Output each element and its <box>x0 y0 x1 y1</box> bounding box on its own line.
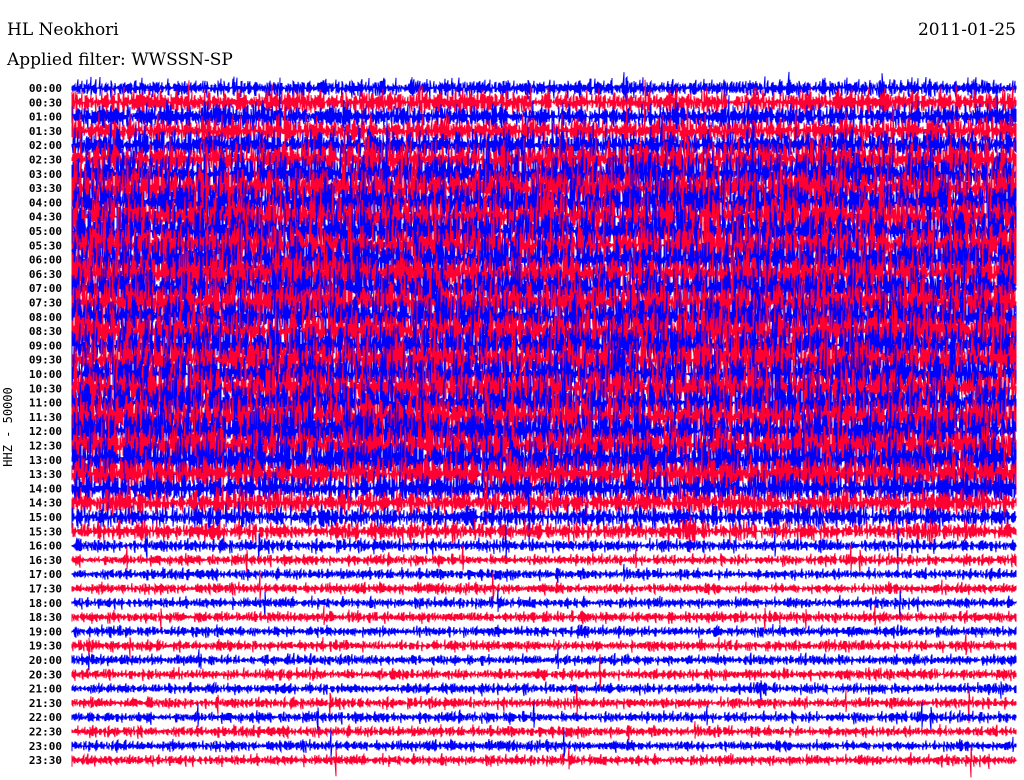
row-time-label: 08:00 <box>29 311 62 324</box>
trace-row <box>71 746 1017 778</box>
row-time-label: 19:30 <box>29 640 62 653</box>
row-time-label: 05:30 <box>29 239 62 252</box>
trace-row <box>71 563 1017 583</box>
row-time-label: 05:00 <box>29 225 62 238</box>
helicorder-plot: 00:0000:30 01:0001:3002:00 02:3003:0003:30… <box>29 71 1017 778</box>
row-time-label: 02:30 <box>29 154 62 167</box>
trace-row <box>71 701 1017 732</box>
row-time-label: 12:30 <box>29 440 62 453</box>
row-time-label: 01:00 <box>29 111 62 124</box>
trace-row <box>71 680 1017 701</box>
row-time-label: 22:30 <box>29 726 62 739</box>
row-time-label: 03:30 <box>29 182 62 195</box>
row-time-label: 13:30 <box>29 468 62 481</box>
trace-row <box>71 632 1017 658</box>
row-time-label: 18:00 <box>29 597 62 610</box>
row-time-label: 08:30 <box>29 325 62 338</box>
row-time-label: 04:00 <box>29 196 62 209</box>
row-time-label: 09:00 <box>29 339 62 352</box>
row-time-label: 01:30 <box>29 125 62 138</box>
row-time-label: 19:00 <box>29 625 62 638</box>
row-time-label: 03:00 <box>29 168 62 181</box>
row-time-label: 10:00 <box>29 368 62 381</box>
row-time-label: 13:00 <box>29 454 62 467</box>
row-time-label: 09:30 <box>29 354 62 367</box>
trace-row <box>71 647 1017 671</box>
row-time-label: 18:30 <box>29 611 62 624</box>
row-time-label: 16:30 <box>29 554 62 567</box>
trace-row <box>71 623 1017 639</box>
trace-row <box>71 729 1017 758</box>
row-time-label: 04:30 <box>29 211 62 224</box>
row-time-label: 00:30 <box>29 96 62 109</box>
row-time-label: 07:00 <box>29 282 62 295</box>
row-time-label: 15:30 <box>29 525 62 538</box>
row-time-label: 06:30 <box>29 268 62 281</box>
row-time-label: 14:00 <box>29 482 62 495</box>
row-time-label: 22:00 <box>29 711 62 724</box>
row-time-label: 16:00 <box>29 540 62 553</box>
row-time-label: 10:30 <box>29 382 62 395</box>
row-time-label: 06:00 <box>29 254 62 267</box>
row-time-label: 02:00 <box>29 139 62 152</box>
row-time-label: 12:00 <box>29 425 62 438</box>
row-time-label: 23:30 <box>29 754 62 767</box>
row-time-label: 17:00 <box>29 568 62 581</box>
row-time-label: 21:30 <box>29 697 62 710</box>
row-time-label: 20:00 <box>29 654 62 667</box>
row-time-label: 11:00 <box>29 397 62 410</box>
row-time-label: 11:30 <box>29 411 62 424</box>
row-time-label: 21:00 <box>29 683 62 696</box>
row-time-label: 17:30 <box>29 583 62 596</box>
row-time-label: 14:30 <box>29 497 62 510</box>
row-time-label: 00:00 <box>29 82 62 95</box>
row-time-label: 23:00 <box>29 740 62 753</box>
row-time-label: 20:30 <box>29 668 62 681</box>
row-time-label: 07:30 <box>29 297 62 310</box>
trace-row <box>71 721 1017 741</box>
row-time-label: 15:00 <box>29 511 62 524</box>
